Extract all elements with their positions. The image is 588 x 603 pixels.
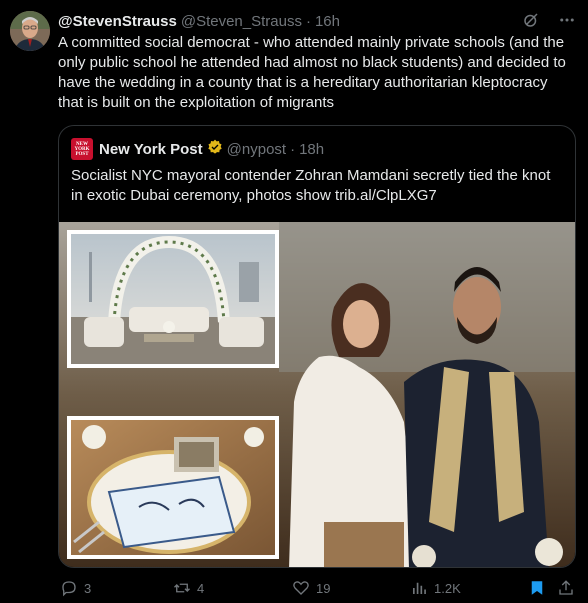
quoted-handle[interactable]: @nypost — [227, 141, 286, 158]
grok-icon[interactable] — [522, 11, 540, 29]
like-button[interactable]: 19 — [292, 577, 330, 599]
tweet-header: @StevenStrauss @Steven_Strauss · 16h — [58, 11, 576, 31]
quoted-display-name[interactable]: New York Post — [99, 141, 203, 158]
like-icon — [292, 579, 310, 597]
quoted-tweet[interactable]: NEW YORK POST New York Post @nypost · 18… — [58, 125, 576, 568]
bookmark-icon — [528, 579, 546, 597]
display-name[interactable]: @StevenStrauss — [58, 13, 177, 30]
views-button[interactable]: 1.2K — [410, 577, 461, 599]
tweet-time[interactable]: 16h — [315, 13, 340, 30]
share-button[interactable] — [557, 577, 575, 599]
quoted-text: Socialist NYC mayoral contender Zohran M… — [71, 167, 551, 204]
share-icon — [557, 579, 575, 597]
repost-button[interactable]: 4 — [173, 577, 204, 599]
nypost-logo: NEW YORK POST — [71, 138, 93, 160]
tweet-text: A committed social democrat - who attend… — [58, 34, 566, 111]
tweet: @StevenStrauss @Steven_Strauss · 16h A c… — [0, 0, 588, 603]
reply-count: 3 — [84, 580, 92, 596]
verified-gold-icon — [207, 139, 223, 159]
quoted-media-image[interactable] — [59, 222, 575, 567]
separator-dot: · — [305, 12, 311, 30]
repost-count: 4 — [197, 580, 205, 596]
quoted-time[interactable]: 18h — [299, 141, 324, 158]
reply-icon — [60, 579, 78, 597]
repost-icon — [173, 579, 191, 597]
separator-dot: · — [290, 140, 296, 158]
views-count: 1.2K — [434, 580, 461, 596]
author-handle[interactable]: @Steven_Strauss — [181, 13, 302, 30]
action-bar: 3 4 19 1.2K — [58, 577, 576, 599]
bookmark-button[interactable] — [528, 577, 546, 599]
reply-button[interactable]: 3 — [60, 577, 91, 599]
quoted-header: NEW YORK POST New York Post @nypost · 18… — [71, 138, 324, 160]
views-icon — [410, 579, 428, 597]
avatar[interactable] — [10, 11, 50, 51]
like-count: 19 — [316, 580, 331, 596]
more-icon[interactable] — [558, 11, 576, 29]
